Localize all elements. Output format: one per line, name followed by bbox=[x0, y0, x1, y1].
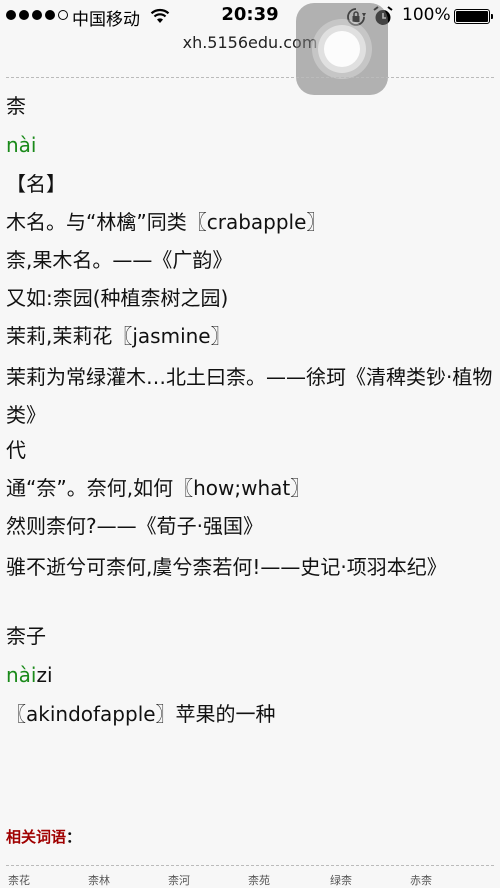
pinyin-suffix: zi bbox=[36, 663, 53, 687]
related-word-link[interactable]: 绿柰 bbox=[330, 872, 352, 888]
part-of-speech: 【名】 bbox=[6, 172, 66, 196]
bottom-divider bbox=[6, 865, 494, 866]
definition-line: 通“奈”。奈何,如何〖how;what〗 bbox=[6, 476, 311, 500]
entry-pinyin: nài bbox=[6, 133, 37, 157]
definition-line: 又如:柰园(种植柰树之园) bbox=[6, 286, 229, 310]
definition-line: 骓不逝兮可柰何,虞兮柰若何!——史记·项羽本纪》 bbox=[6, 555, 447, 579]
entry-character: 柰 bbox=[6, 94, 26, 118]
related-word-link[interactable]: 柰河 bbox=[168, 872, 190, 888]
related-word-link[interactable]: 柰苑 bbox=[248, 872, 270, 888]
definition-line: 茉莉,茉莉花〖jasmine〗 bbox=[6, 324, 231, 348]
part-of-speech: 代 bbox=[6, 438, 26, 462]
definition-line: 茉莉为常绿灌木…北土曰柰。——徐珂《清稗类钞·植物类》 bbox=[6, 365, 493, 427]
definition-line: 然则柰何?——《荀子·强国》 bbox=[6, 514, 263, 538]
top-divider bbox=[6, 77, 494, 78]
entry-pinyin: nàizi bbox=[6, 659, 494, 691]
definition-line: 柰,果木名。——《广韵》 bbox=[6, 248, 233, 272]
related-word-link[interactable]: 赤柰 bbox=[410, 872, 432, 888]
status-bar: 中国移动 20:39 100% bbox=[0, 0, 500, 32]
related-words-heading: 相关词语： bbox=[6, 828, 82, 846]
pinyin-prefix: nài bbox=[6, 663, 37, 687]
battery-percentage: 100% bbox=[402, 5, 451, 25]
assistive-touch-button[interactable] bbox=[296, 3, 388, 95]
related-words-list: 柰花 柰林 柰河 柰苑 绿柰 赤柰 bbox=[0, 872, 500, 887]
address-bar-url[interactable]: xh.5156edu.com bbox=[0, 33, 500, 52]
entry-word: 柰子 bbox=[6, 624, 46, 648]
definition-line: 〖akindofapple〗苹果的一种 bbox=[6, 702, 276, 726]
battery-icon bbox=[454, 9, 493, 24]
related-words-label: 相关词语 bbox=[6, 828, 67, 846]
related-word-link[interactable]: 柰花 bbox=[8, 872, 30, 888]
dictionary-content: 柰 nài 【名】 木名。与“林檎”同类〖crabapple〗 柰,果木名。——… bbox=[6, 90, 494, 730]
definition-line: 木名。与“林檎”同类〖crabapple〗 bbox=[6, 210, 327, 234]
related-word-link[interactable]: 柰林 bbox=[88, 872, 110, 888]
